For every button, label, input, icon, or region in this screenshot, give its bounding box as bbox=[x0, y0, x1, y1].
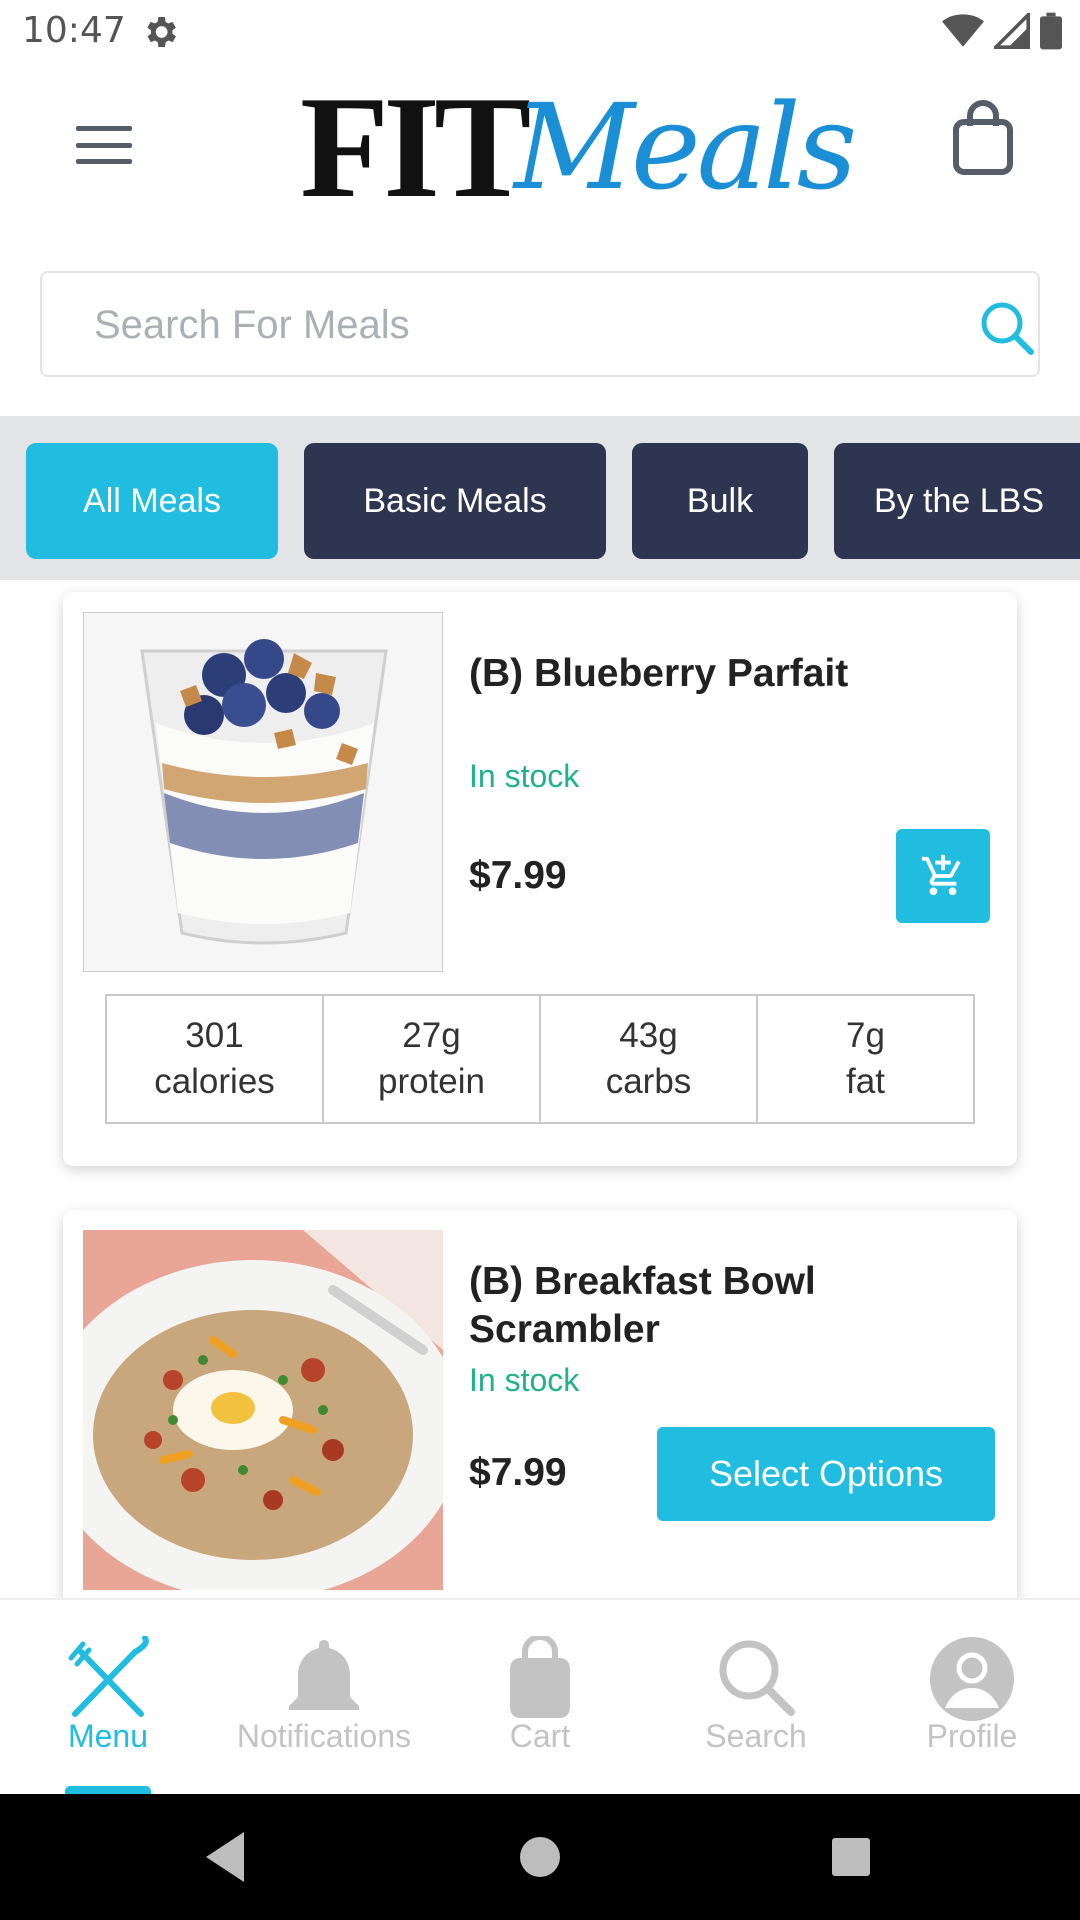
search-bar bbox=[40, 271, 1040, 377]
status-time: 10:47 bbox=[22, 10, 126, 51]
gear-icon bbox=[147, 17, 176, 47]
product-card[interactable]: (B) Blueberry Parfait In stock $7.99 301… bbox=[63, 592, 1017, 1166]
stock-status: In stock bbox=[469, 758, 580, 794]
product-price: $7.99 bbox=[469, 1451, 567, 1494]
nav-label-profile: Profile bbox=[926, 1718, 1018, 1754]
profile-icon bbox=[930, 1637, 1014, 1721]
product-title[interactable]: (B) Breakfast Bowl Scrambler bbox=[469, 1258, 816, 1354]
shopping-bag-icon[interactable] bbox=[950, 98, 1016, 178]
fitmeals-logo: FIT Meals bbox=[300, 66, 857, 228]
logo-text-fit: FIT bbox=[300, 66, 531, 228]
cart-plus-icon bbox=[921, 854, 961, 896]
tab-all-meals[interactable]: All Meals bbox=[26, 443, 278, 559]
nav-label-menu: Menu bbox=[67, 1718, 149, 1754]
search-icon[interactable] bbox=[978, 299, 1036, 357]
system-navigation-bar bbox=[0, 1794, 1080, 1920]
nav-search[interactable]: Search bbox=[648, 1600, 864, 1796]
nutrition-carbs: 43g carbs bbox=[541, 996, 758, 1122]
nav-label-search: Search bbox=[705, 1718, 807, 1754]
stock-status: In stock bbox=[469, 1362, 580, 1398]
hamburger-menu-icon[interactable] bbox=[62, 112, 146, 178]
tab-bulk[interactable]: Bulk bbox=[632, 443, 808, 559]
search-input[interactable] bbox=[94, 295, 914, 355]
wifi-icon bbox=[942, 14, 984, 47]
product-title[interactable]: (B) Blueberry Parfait bbox=[469, 650, 848, 698]
product-list[interactable]: (B) Blueberry Parfait In stock $7.99 301… bbox=[0, 580, 1080, 1598]
home-icon[interactable] bbox=[507, 1824, 573, 1890]
nav-profile[interactable]: Profile bbox=[864, 1600, 1080, 1796]
bell-icon bbox=[289, 1640, 359, 1710]
fork-knife-icon bbox=[68, 1636, 149, 1717]
tab-basic-meals[interactable]: Basic Meals bbox=[304, 443, 606, 559]
status-icons bbox=[942, 12, 1062, 50]
search-icon bbox=[719, 1640, 795, 1716]
nutrition-protein: 27g protein bbox=[324, 996, 541, 1122]
logo-text-meals: Meals bbox=[514, 78, 857, 216]
product-price: $7.99 bbox=[469, 854, 567, 897]
cell-signal-icon bbox=[994, 13, 1030, 49]
select-options-button[interactable]: Select Options bbox=[657, 1427, 995, 1521]
tab-by-the-lbs[interactable]: By the LBS bbox=[834, 443, 1080, 559]
shopping-bag-icon bbox=[510, 1636, 570, 1718]
status-bar: 10:47 bbox=[0, 0, 1080, 62]
nutrition-fat: 7g fat bbox=[846, 1016, 885, 1101]
battery-icon bbox=[1040, 12, 1062, 50]
nutrition-calories: 301 calories bbox=[107, 996, 324, 1122]
bottom-navigation: Menu Notifications Cart Search Profile bbox=[0, 1598, 1080, 1796]
back-icon[interactable] bbox=[192, 1824, 258, 1890]
recents-icon[interactable] bbox=[818, 1824, 884, 1890]
nutrition-table: 301 calories 27g protein 43g carbs 7g fa… bbox=[105, 994, 975, 1124]
category-tabs: All Meals Basic Meals Bulk By the LBS bbox=[0, 416, 1080, 580]
product-card[interactable]: (B) Breakfast Bowl Scrambler In stock $7… bbox=[63, 1210, 1017, 1598]
app-header: FIT Meals bbox=[0, 62, 1080, 262]
nav-label-notifications: Notifications bbox=[236, 1718, 412, 1754]
nav-notifications[interactable]: Notifications bbox=[216, 1600, 432, 1796]
product-image-blueberry-parfait[interactable] bbox=[83, 612, 443, 972]
nav-label-cart: Cart bbox=[509, 1718, 571, 1754]
add-to-cart-button[interactable] bbox=[896, 829, 990, 923]
product-image-breakfast-bowl-scrambler[interactable] bbox=[83, 1230, 443, 1590]
nav-menu[interactable]: Menu bbox=[0, 1600, 216, 1796]
nav-cart[interactable]: Cart bbox=[432, 1600, 648, 1796]
